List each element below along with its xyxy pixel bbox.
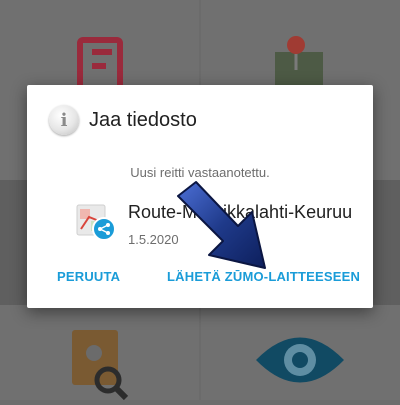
cancel-button[interactable]: PERUUTA bbox=[57, 269, 120, 284]
file-item: Route-Muurikkalahti-Keuruu 1.5.2020 bbox=[75, 199, 365, 249]
share-file-dialog: i Jaa tiedosto Uusi reitti vastaanotettu… bbox=[27, 85, 373, 308]
dialog-header: i Jaa tiedosto bbox=[49, 105, 197, 135]
app-tile-viewer[interactable] bbox=[201, 305, 400, 400]
map-share-icon bbox=[76, 204, 116, 241]
send-to-zumo-button[interactable]: LÄHETÄ ZŪMO-LAITTEESEEN bbox=[167, 269, 360, 284]
file-date: 1.5.2020 bbox=[128, 232, 179, 247]
eye-icon bbox=[256, 337, 344, 383]
dialog-title: Jaa tiedosto bbox=[89, 108, 197, 131]
file-name: Route-Muurikkalahti-Keuruu bbox=[128, 202, 353, 222]
dialog-message: Uusi reitti vastaanotettu. bbox=[130, 165, 270, 180]
info-icon: i bbox=[49, 105, 79, 135]
contacts-search-icon bbox=[72, 330, 129, 401]
dialog-actions: PERUUTA LÄHETÄ ZŪMO-LAITTEESEEN bbox=[27, 269, 373, 289]
app-tile-contacts[interactable] bbox=[0, 305, 199, 401]
